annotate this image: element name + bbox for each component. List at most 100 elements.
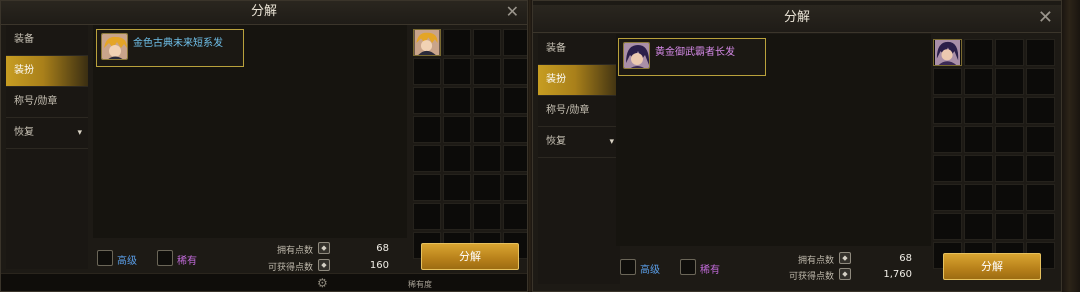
sidebar-item-label: 恢复 xyxy=(546,136,566,147)
sidebar-item-label: 称号/勋章 xyxy=(546,105,590,116)
empty-slot[interactable] xyxy=(413,87,441,114)
empty-slot[interactable] xyxy=(1026,155,1055,182)
sidebar-item-label: 恢复 xyxy=(14,127,34,138)
empty-slot[interactable] xyxy=(1026,213,1055,240)
chevron-down-icon: ▾ xyxy=(77,128,82,138)
decompose-window-right: 分解 ✕ 装备 装扮 称号/勋章 恢复 ▾ 黄金御武霸者长发 高级 稀有 拥有点… xyxy=(532,0,1062,292)
empty-slot[interactable] xyxy=(473,203,501,230)
empty-slot[interactable] xyxy=(1026,97,1055,124)
title-bar: 分解 ✕ xyxy=(1,1,527,25)
empty-slot[interactable] xyxy=(933,68,962,95)
empty-slot[interactable] xyxy=(995,155,1024,182)
close-icon[interactable]: ✕ xyxy=(1038,5,1053,31)
empty-slot[interactable] xyxy=(413,116,441,143)
empty-slot[interactable] xyxy=(964,213,993,240)
empty-slot[interactable] xyxy=(503,58,527,85)
points-icon: ◆ xyxy=(839,268,851,280)
sidebar-item-avatar[interactable]: 装扮 xyxy=(538,65,620,96)
empty-slot[interactable] xyxy=(443,174,471,201)
filter-high-checkbox[interactable] xyxy=(97,250,113,266)
empty-slot[interactable] xyxy=(503,29,527,56)
selected-item-card[interactable]: 黄金御武霸者长发 xyxy=(618,38,766,76)
item-slot[interactable] xyxy=(933,39,962,66)
empty-slot[interactable] xyxy=(933,213,962,240)
empty-slot[interactable] xyxy=(443,87,471,114)
empty-slot[interactable] xyxy=(1026,184,1055,211)
empty-slot[interactable] xyxy=(413,174,441,201)
empty-slot[interactable] xyxy=(413,145,441,172)
filter-high-label: 高级 xyxy=(640,265,660,276)
empty-slot[interactable] xyxy=(964,126,993,153)
filter-high-checkbox[interactable] xyxy=(620,259,636,275)
empty-slot[interactable] xyxy=(503,87,527,114)
item-name: 黄金御武霸者长发 xyxy=(655,47,735,58)
sidebar-item-label: 装扮 xyxy=(546,74,566,85)
background-strip xyxy=(1062,0,1080,292)
empty-slot[interactable] xyxy=(933,126,962,153)
empty-slot[interactable] xyxy=(1026,126,1055,153)
sidebar-item-restore[interactable]: 恢复 ▾ xyxy=(6,118,88,149)
chevron-down-icon: ▾ xyxy=(609,137,614,147)
empty-slot[interactable] xyxy=(503,203,527,230)
empty-slot[interactable] xyxy=(1026,39,1055,66)
empty-slot[interactable] xyxy=(933,97,962,124)
filter-rare-checkbox[interactable] xyxy=(680,259,696,275)
empty-slot[interactable] xyxy=(1026,68,1055,95)
close-icon[interactable]: ✕ xyxy=(506,1,519,23)
sidebar-item-equipment[interactable]: 装备 xyxy=(538,34,620,65)
sidebar-item-equipment[interactable]: 装备 xyxy=(6,25,88,56)
empty-slot[interactable] xyxy=(443,116,471,143)
gear-icon[interactable]: ⚙ xyxy=(317,276,328,290)
empty-slot[interactable] xyxy=(995,68,1024,95)
bottom-bar: 高级 稀有 拥有点数 ◆ 68 可获得点数 ◆ 1,760 分解 xyxy=(616,249,1061,283)
title-bar: 分解 ✕ xyxy=(533,5,1061,33)
screenshot-stage: 分解 ✕ 装备 装扮 称号/勋章 恢复 ▾ 金色古典未来短系发 高级 稀有 拥有… xyxy=(0,0,1080,292)
empty-slot[interactable] xyxy=(964,184,993,211)
empty-slot[interactable] xyxy=(995,184,1024,211)
empty-slot[interactable] xyxy=(964,68,993,95)
points-icon: ◆ xyxy=(318,242,330,254)
empty-slot[interactable] xyxy=(964,155,993,182)
selected-item-card[interactable]: 金色古典未来短系发 xyxy=(96,29,244,67)
empty-slot[interactable] xyxy=(995,39,1024,66)
decompose-button[interactable]: 分解 xyxy=(421,243,519,270)
empty-slot[interactable] xyxy=(473,29,501,56)
item-icon xyxy=(623,42,650,69)
item-slot[interactable] xyxy=(413,29,441,56)
points-icon: ◆ xyxy=(839,252,851,264)
empty-slot[interactable] xyxy=(503,174,527,201)
empty-slot[interactable] xyxy=(473,116,501,143)
footer-rarity-label: 稀有度 xyxy=(408,280,432,289)
sidebar-item-titles[interactable]: 称号/勋章 xyxy=(6,87,88,118)
decompose-window-left: 分解 ✕ 装备 装扮 称号/勋章 恢复 ▾ 金色古典未来短系发 高级 稀有 拥有… xyxy=(0,0,528,292)
empty-slot[interactable] xyxy=(995,213,1024,240)
empty-slot[interactable] xyxy=(443,145,471,172)
empty-slot[interactable] xyxy=(413,58,441,85)
empty-slot[interactable] xyxy=(473,58,501,85)
empty-slot[interactable] xyxy=(995,97,1024,124)
empty-slot[interactable] xyxy=(473,87,501,114)
decompose-slot-grid xyxy=(413,29,527,259)
empty-slot[interactable] xyxy=(473,145,501,172)
owned-points-value: 68 xyxy=(376,243,389,254)
empty-slot[interactable] xyxy=(443,203,471,230)
empty-slot[interactable] xyxy=(473,174,501,201)
sidebar-item-restore[interactable]: 恢复 ▾ xyxy=(538,127,620,158)
empty-slot[interactable] xyxy=(964,39,993,66)
empty-slot[interactable] xyxy=(995,126,1024,153)
sidebar: 装备 装扮 称号/勋章 恢复 ▾ xyxy=(6,25,88,269)
empty-slot[interactable] xyxy=(933,184,962,211)
empty-slot[interactable] xyxy=(413,203,441,230)
empty-slot[interactable] xyxy=(443,58,471,85)
decompose-button[interactable]: 分解 xyxy=(943,253,1041,280)
empty-slot[interactable] xyxy=(443,29,471,56)
sidebar-item-label: 装扮 xyxy=(14,65,34,76)
sidebar-item-titles[interactable]: 称号/勋章 xyxy=(538,96,620,127)
sidebar-item-avatar[interactable]: 装扮 xyxy=(6,56,88,87)
filter-rare-label: 稀有 xyxy=(700,265,720,276)
empty-slot[interactable] xyxy=(933,155,962,182)
empty-slot[interactable] xyxy=(503,116,527,143)
empty-slot[interactable] xyxy=(503,145,527,172)
empty-slot[interactable] xyxy=(964,97,993,124)
filter-rare-checkbox[interactable] xyxy=(157,250,173,266)
